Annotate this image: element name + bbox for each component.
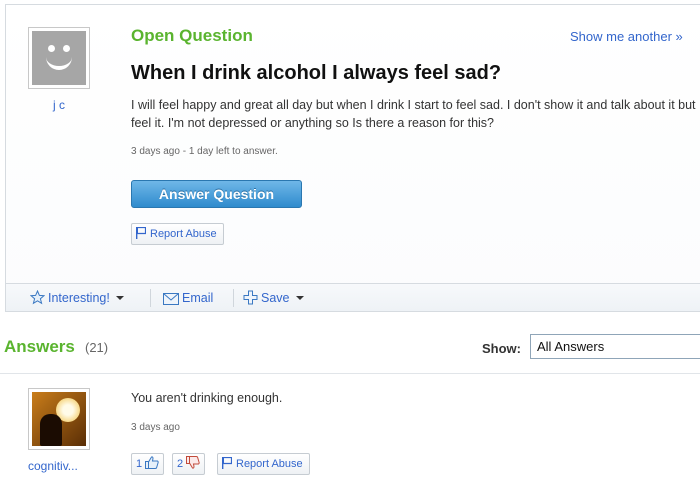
- answerer-avatar[interactable]: [28, 388, 90, 450]
- answer-text: You aren't drinking enough.: [131, 391, 283, 405]
- save-button[interactable]: Save: [243, 288, 304, 308]
- email-button[interactable]: Email: [163, 288, 213, 308]
- email-label: Email: [182, 291, 214, 305]
- question-action-bar: Interesting! Email Save: [6, 283, 700, 311]
- show-another-link[interactable]: Show me another »: [570, 29, 683, 44]
- question-status: Open Question: [131, 26, 253, 45]
- action-divider: [150, 289, 151, 307]
- answers-heading: Answers: [4, 337, 75, 356]
- question-panel: j c: [5, 4, 700, 312]
- answer-report-abuse-button[interactable]: Report Abuse: [217, 453, 310, 475]
- thumbs-down-count: 2: [177, 458, 184, 470]
- smiley-face-icon: [32, 31, 86, 85]
- thumbs-up-button[interactable]: 1: [131, 453, 165, 475]
- answerer-photo: [32, 392, 86, 446]
- interesting-button[interactable]: Interesting!: [30, 288, 124, 308]
- question-body: I will feel happy and great all day but …: [131, 98, 700, 130]
- report-abuse-label: Report Abuse: [150, 228, 217, 240]
- show-filter-select[interactable]: All Answers: [530, 334, 700, 359]
- chevron-down-icon: [115, 296, 124, 300]
- envelope-icon: [163, 293, 179, 305]
- answerer-username[interactable]: cognitiv...: [28, 459, 78, 473]
- flag-icon: [222, 457, 232, 469]
- flag-icon: [136, 227, 146, 239]
- asker-username[interactable]: j c: [53, 98, 65, 112]
- thumbs-down-icon: [186, 456, 200, 469]
- answer-report-abuse-label: Report Abuse: [236, 458, 303, 470]
- thumbs-up-count: 1: [136, 458, 143, 470]
- chevron-down-icon: [295, 296, 304, 300]
- answer-meta: 3 days ago: [131, 422, 180, 433]
- show-filter-label: Show:: [482, 341, 521, 356]
- question-title: When I drink alcohol I always feel sad?: [131, 62, 502, 84]
- thumbs-up-icon: [145, 456, 159, 469]
- asker-avatar[interactable]: [28, 27, 90, 89]
- star-icon: [30, 290, 45, 305]
- save-label: Save: [261, 291, 290, 305]
- interesting-label: Interesting!: [48, 291, 110, 305]
- answers-divider: [0, 373, 700, 374]
- answers-count: (21): [85, 340, 109, 355]
- thumbs-down-button[interactable]: 2: [172, 453, 206, 475]
- action-divider: [233, 289, 234, 307]
- report-abuse-button[interactable]: Report Abuse: [131, 223, 224, 245]
- question-meta: 3 days ago - 1 day left to answer.: [131, 146, 278, 157]
- plus-icon: [243, 290, 258, 305]
- answer-question-button[interactable]: Answer Question: [131, 180, 302, 208]
